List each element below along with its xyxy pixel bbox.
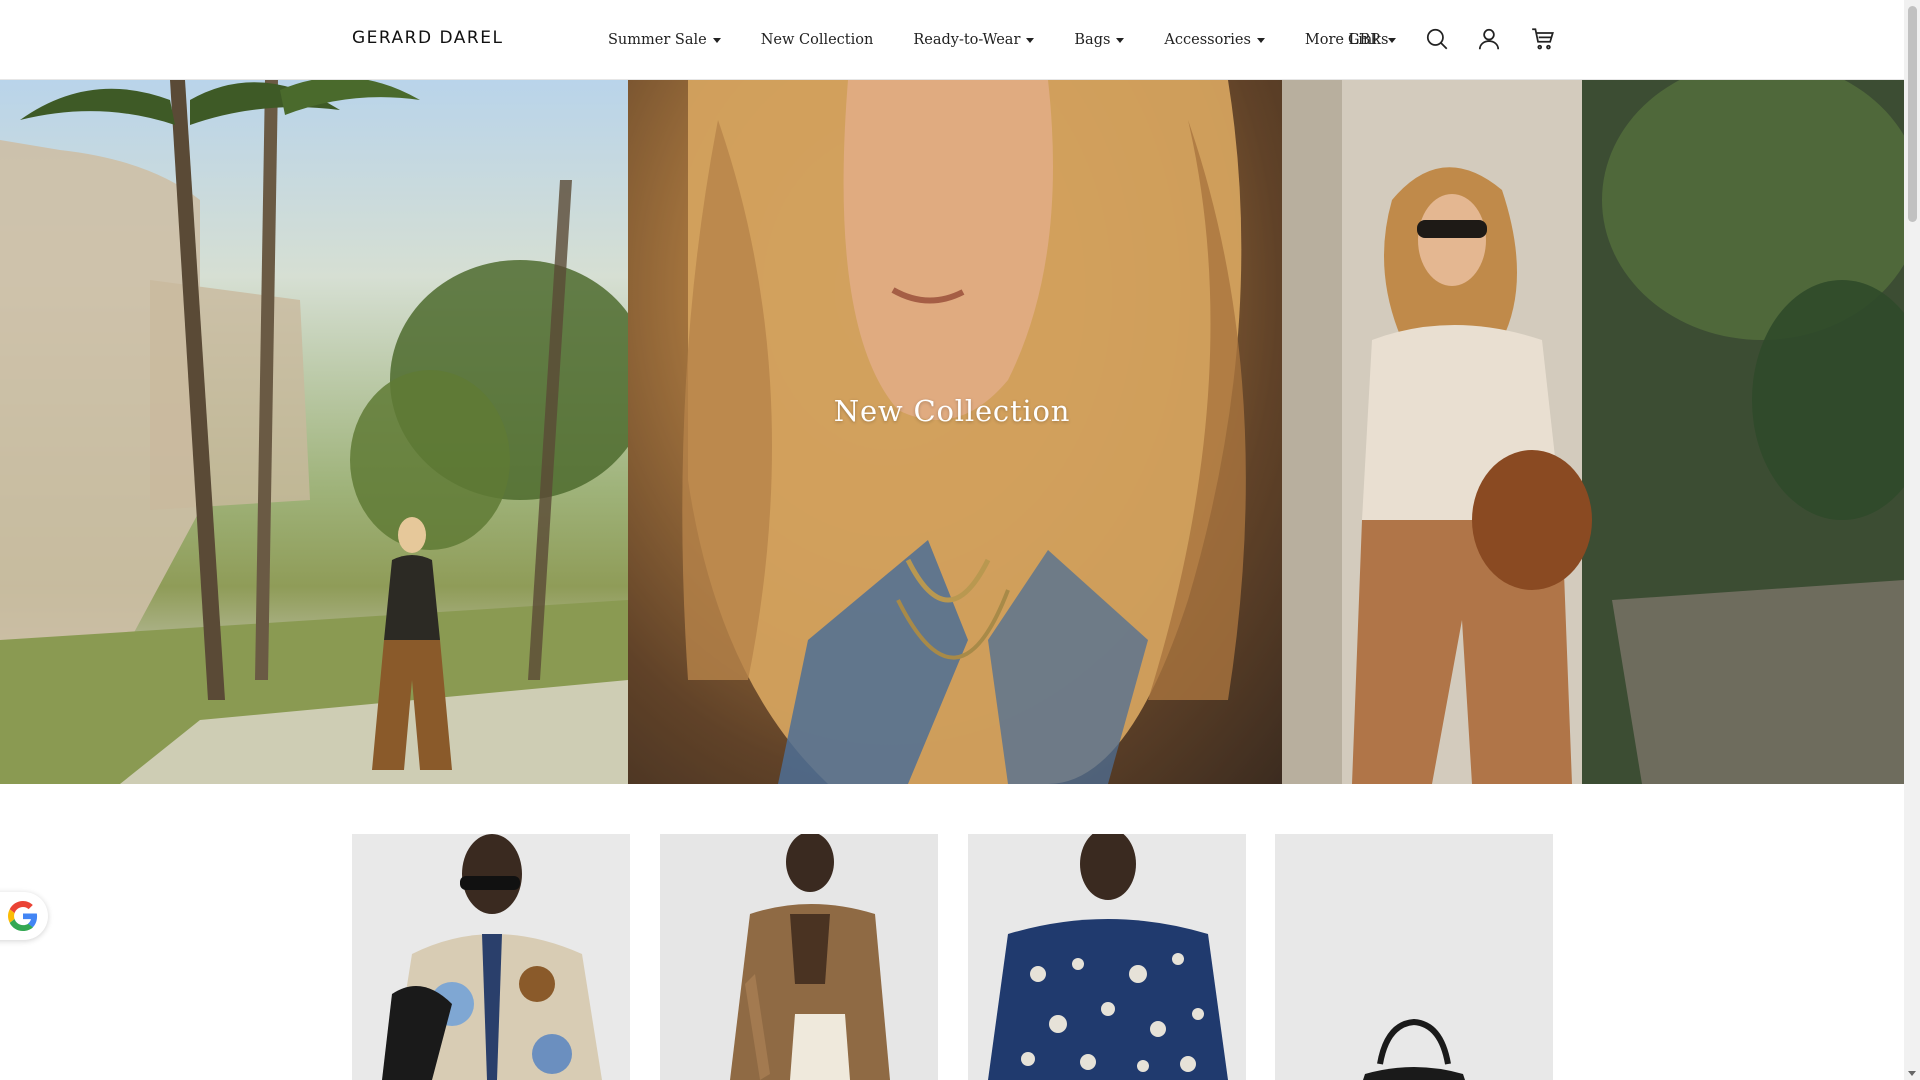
product-card[interactable] (660, 834, 938, 1080)
chevron-down-icon (1256, 38, 1265, 43)
cart-icon[interactable] (1530, 26, 1556, 52)
scroll-down-arrow-icon[interactable] (1908, 1071, 1916, 1076)
currency-label: GBP (1348, 32, 1380, 48)
product-image (968, 834, 1246, 1080)
nav-item-summer-sale[interactable]: Summer Sale (608, 32, 721, 48)
nav-item-new-collection[interactable]: New Collection (761, 32, 874, 48)
hero-image-left (0, 80, 628, 784)
hero-title: New Collection (833, 394, 1071, 428)
account-icon[interactable] (1476, 26, 1502, 52)
nav-item-accessories[interactable]: Accessories (1164, 32, 1265, 48)
product-card[interactable] (352, 834, 630, 1080)
google-icon (8, 901, 38, 931)
hero-image-center (628, 80, 1282, 784)
nav-item-bags[interactable]: Bags (1074, 32, 1125, 48)
scrollbar-thumb[interactable] (1908, 6, 1917, 222)
chevron-down-icon (712, 38, 721, 43)
product-card[interactable] (968, 834, 1246, 1080)
nav-label: Bags (1074, 32, 1111, 48)
chevron-down-icon (1116, 38, 1125, 43)
hero-banner[interactable]: New Collection (0, 80, 1904, 784)
nav-label: Summer Sale (608, 32, 707, 48)
search-icon[interactable] (1424, 26, 1450, 52)
product-image (352, 834, 630, 1080)
hero-image-right (1282, 80, 1904, 784)
page-scrollbar[interactable] (1904, 0, 1920, 1080)
brand-logo[interactable]: GERARD DAREL (352, 28, 503, 48)
chevron-down-icon (1026, 38, 1035, 43)
product-image (1275, 834, 1553, 1080)
product-card[interactable] (1275, 834, 1553, 1080)
nav-item-ready-to-wear[interactable]: Ready-to-Wear (913, 32, 1035, 48)
currency-selector[interactable]: GBP (1348, 0, 1396, 80)
product-image (660, 834, 938, 1080)
site-header: GERARD DAREL Summer Sale New Collection … (0, 0, 1904, 80)
nav-label: Accessories (1164, 32, 1251, 48)
main-nav: Summer Sale New Collection Ready-to-Wear… (608, 0, 1428, 80)
google-reviews-badge[interactable] (0, 892, 48, 940)
nav-label: New Collection (760, 32, 874, 48)
chevron-down-icon (1388, 38, 1396, 43)
nav-label: Ready-to-Wear (913, 32, 1021, 48)
